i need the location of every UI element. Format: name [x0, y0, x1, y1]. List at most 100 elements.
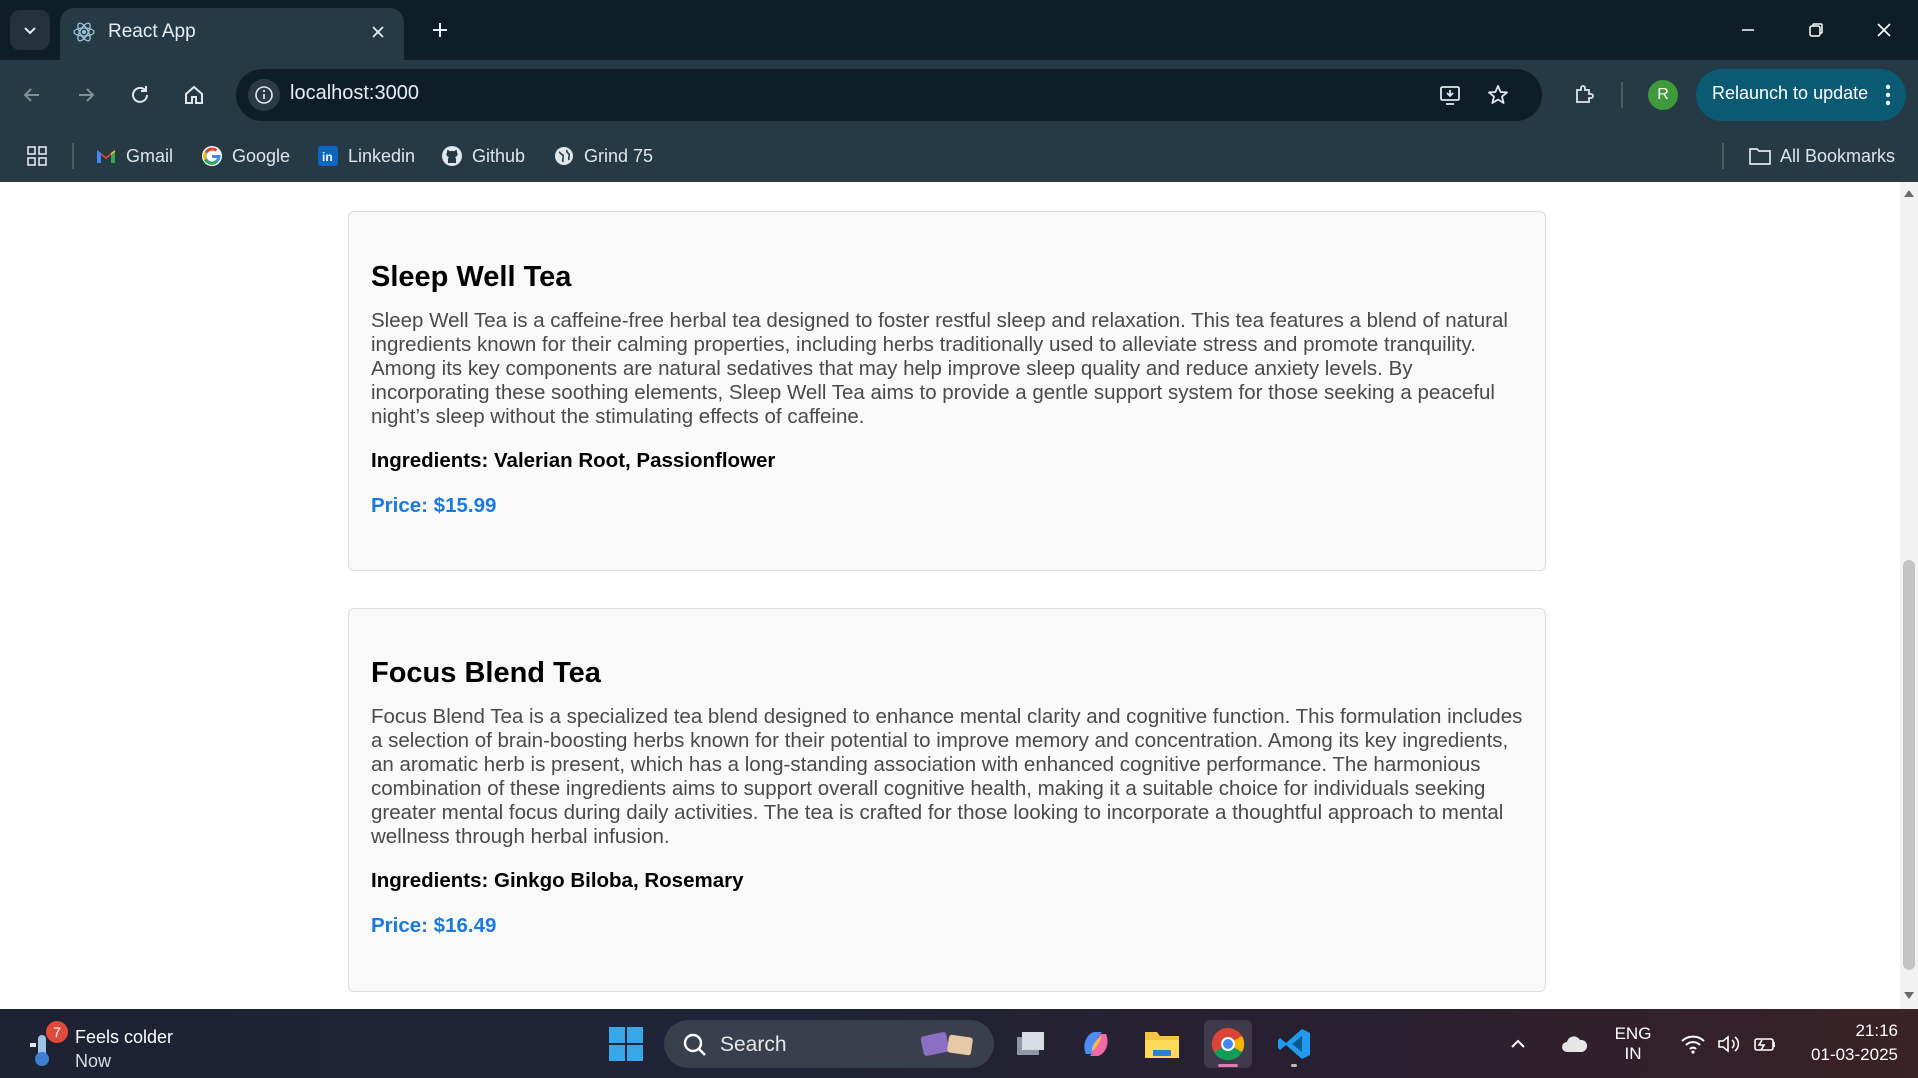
- close-window-button[interactable]: [1864, 10, 1904, 50]
- page-scrollbar[interactable]: [1900, 182, 1918, 1009]
- windows-logo-icon: [609, 1027, 643, 1061]
- back-button[interactable]: [12, 75, 52, 115]
- onedrive-button[interactable]: [1554, 1020, 1594, 1068]
- new-tab-button[interactable]: [424, 14, 456, 46]
- gmail-icon: [94, 144, 118, 168]
- bookmark-label: Github: [472, 145, 526, 166]
- bookmarks-bar: Gmail Google in Linkedin Github Grind 75…: [0, 130, 1918, 182]
- search-highlight-icon: [920, 1032, 973, 1056]
- volume-icon: [1718, 1035, 1740, 1053]
- reload-button[interactable]: [120, 75, 160, 115]
- tab-search-button[interactable]: [10, 10, 50, 50]
- bookmarks-divider: [72, 143, 74, 169]
- bookmark-google[interactable]: Google: [200, 142, 290, 170]
- svg-text:in: in: [322, 150, 333, 164]
- weather-badge: 7: [46, 1021, 68, 1043]
- page-viewport: Sleep Well Tea Sleep Well Tea is a caffe…: [0, 182, 1900, 1009]
- bookmark-label: Grind 75: [584, 145, 654, 166]
- weather-widget[interactable]: 7 Feels colder Now: [24, 1021, 224, 1071]
- bookmark-label: Linkedin: [348, 145, 416, 166]
- product-price: Price: $16.49: [371, 914, 497, 937]
- quick-settings-button[interactable]: [1674, 1020, 1784, 1068]
- product-name: Sleep Well Tea: [371, 261, 572, 293]
- extensions-button[interactable]: [1564, 75, 1604, 115]
- close-icon: [1877, 23, 1891, 37]
- close-tab-icon[interactable]: [366, 20, 390, 44]
- clock-time: 21:16: [1855, 1021, 1898, 1040]
- arrow-left-icon: [23, 88, 39, 102]
- home-icon: [185, 85, 203, 104]
- bookmarks-divider-right: [1722, 143, 1724, 169]
- bookmark-gmail[interactable]: Gmail: [94, 142, 173, 170]
- tab-title: React App: [108, 21, 196, 42]
- file-explorer-button[interactable]: [1138, 1020, 1186, 1068]
- bookmark-linkedin[interactable]: in Linkedin: [316, 142, 415, 170]
- vscode-icon: [1278, 1029, 1310, 1059]
- restore-icon: [1809, 23, 1823, 37]
- folder-icon: [1145, 1032, 1179, 1058]
- all-bookmarks-button[interactable]: All Bookmarks: [1748, 142, 1895, 170]
- globe-icon: [552, 144, 576, 168]
- chrome-button[interactable]: [1204, 1020, 1252, 1068]
- address-bar[interactable]: localhost:3000: [236, 69, 1542, 121]
- apps-grid-icon: [27, 146, 47, 166]
- vscode-button[interactable]: [1270, 1020, 1318, 1068]
- copilot-icon: [1084, 1032, 1108, 1056]
- task-view-icon: [1017, 1032, 1044, 1055]
- site-info-icon[interactable]: [248, 79, 280, 111]
- product-ingredients: Ingredients: Valerian Root, Passionflowe…: [371, 449, 776, 472]
- github-icon: [440, 144, 464, 168]
- scroll-up-arrow-icon[interactable]: [1904, 190, 1914, 197]
- taskbar-search[interactable]: Search: [664, 1020, 994, 1068]
- url-text[interactable]: localhost:3000: [290, 82, 419, 105]
- arrow-right-icon: [79, 88, 95, 102]
- bookmark-grind75[interactable]: Grind 75: [552, 142, 653, 170]
- scrollbar-thumb[interactable]: [1903, 560, 1915, 970]
- reload-icon: [132, 86, 148, 103]
- product-price: Price: $15.99: [371, 494, 497, 517]
- folder-icon: [1748, 144, 1772, 168]
- bookmark-github[interactable]: Github: [440, 142, 525, 170]
- clock-date: 01-03-2025: [1811, 1045, 1898, 1064]
- weather-title: Feels colder: [75, 1027, 174, 1047]
- profile-avatar[interactable]: R: [1648, 80, 1678, 110]
- copilot-button[interactable]: [1072, 1020, 1120, 1068]
- region-code: IN: [1624, 1044, 1642, 1063]
- search-label: Search: [720, 1033, 787, 1056]
- tab-react-app[interactable]: React App: [60, 8, 404, 60]
- language-indicator[interactable]: ENG IN: [1608, 1024, 1658, 1064]
- puzzle-icon: [1576, 85, 1594, 103]
- product-description: Sleep Well Tea is a caffeine-free herbal…: [371, 309, 1508, 428]
- chevron-down-icon: [24, 27, 36, 35]
- toolbar-divider: [1621, 82, 1623, 108]
- windows-taskbar: 7 Feels colder Now Search ENG IN 21:16 0…: [0, 1009, 1918, 1078]
- forward-button[interactable]: [66, 75, 106, 115]
- react-logo-icon: [73, 22, 95, 42]
- task-view-button[interactable]: [1006, 1020, 1054, 1068]
- product-card: Focus Blend Tea Focus Blend Tea is a spe…: [348, 608, 1546, 992]
- running-app-indicator: [1291, 1064, 1297, 1067]
- install-app-icon[interactable]: [1434, 79, 1466, 111]
- show-hidden-icons-button[interactable]: [1502, 1020, 1534, 1068]
- weather-subtitle: Now: [75, 1051, 112, 1071]
- product-name: Focus Blend Tea: [371, 657, 601, 689]
- clock[interactable]: 21:16 01-03-2025: [1788, 1021, 1898, 1065]
- bookmark-label: Google: [232, 145, 291, 166]
- minimize-icon: [1742, 29, 1754, 31]
- battery-icon: [1754, 1038, 1775, 1051]
- product-card: Sleep Well Tea Sleep Well Tea is a caffe…: [348, 211, 1546, 571]
- start-button[interactable]: [602, 1020, 650, 1068]
- bookmark-label: Gmail: [126, 145, 174, 166]
- relaunch-button[interactable]: Relaunch to update: [1696, 69, 1906, 121]
- chrome-icon: [1211, 1027, 1245, 1061]
- product-description: Focus Blend Tea is a specialized tea ble…: [371, 705, 1523, 848]
- plus-icon: [433, 23, 447, 37]
- apps-button[interactable]: [26, 142, 48, 170]
- minimize-button[interactable]: [1728, 10, 1768, 50]
- search-icon: [683, 1033, 706, 1056]
- scroll-down-arrow-icon[interactable]: [1904, 992, 1914, 999]
- bookmark-star-icon[interactable]: [1482, 79, 1514, 111]
- restore-button[interactable]: [1796, 10, 1836, 50]
- all-bookmarks-label: All Bookmarks: [1780, 145, 1896, 166]
- home-button[interactable]: [174, 75, 214, 115]
